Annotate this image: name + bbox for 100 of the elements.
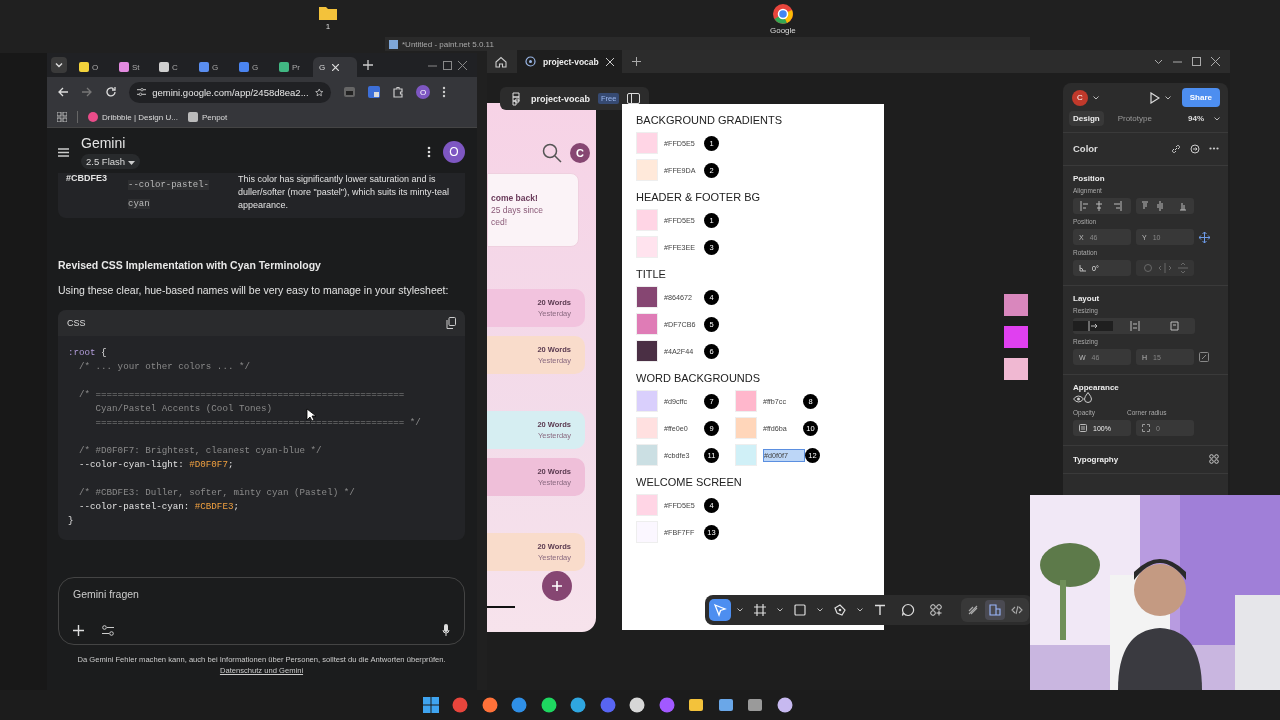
search-icon[interactable]	[542, 143, 562, 163]
maximize-icon[interactable]	[443, 60, 452, 70]
close-icon[interactable]	[605, 57, 614, 66]
code-line: Cyan/Pastel Accents (Cool Tones)	[94, 402, 272, 416]
add-button[interactable]	[542, 571, 572, 601]
menu-icon[interactable]	[442, 86, 446, 98]
new-tab-icon[interactable]	[363, 60, 373, 70]
vertical-align-buttons[interactable]	[1136, 198, 1194, 214]
extension-icon[interactable]	[343, 86, 356, 98]
section-heading: Revised CSS Implementation with Cyan Terminology	[58, 259, 322, 271]
prompt-input[interactable]: Gemini fragen	[73, 588, 450, 600]
opacity-icon	[1079, 424, 1087, 432]
browser-tab[interactable]: G	[313, 57, 357, 77]
play-icon[interactable]	[1149, 91, 1160, 104]
section-title: WORD BACKGROUNDS	[636, 372, 762, 384]
app-icon[interactable]	[570, 697, 586, 713]
forward-icon[interactable]	[81, 86, 93, 98]
reload-icon[interactable]	[105, 86, 117, 98]
panel-tab[interactable]: Prototype	[1113, 111, 1156, 126]
section-title: Layout	[1073, 294, 1101, 303]
app-logo-icon[interactable]	[509, 91, 523, 106]
address-bar[interactable]: gemini.google.com/app/2458d8ea2...	[129, 81, 331, 103]
file-name[interactable]: project-vocab	[531, 93, 590, 104]
code-line: /* #CBDFE3: Duller, softer, minty cyan (Pastel) */	[78, 486, 355, 500]
caret-icon[interactable]	[1214, 116, 1220, 121]
file-tab[interactable]: project-vocab	[517, 50, 622, 73]
chevron-icon[interactable]	[1154, 58, 1163, 65]
code-line: --color-pastel-cyan: #CBDFE3;	[78, 500, 239, 514]
site-settings-icon[interactable]	[137, 87, 147, 97]
close-icon[interactable]	[1211, 57, 1220, 66]
tab-search-icon[interactable]	[51, 57, 67, 73]
caret-icon[interactable]	[1164, 95, 1171, 100]
model-selector[interactable]: 2.5 Flash	[81, 154, 140, 169]
back-icon[interactable]	[57, 86, 69, 98]
app-icon[interactable]	[481, 697, 498, 713]
section-title: Appearance	[1073, 383, 1119, 392]
app-icon[interactable]	[776, 697, 793, 713]
drop-icon[interactable]	[1084, 392, 1092, 403]
puzzle-icon[interactable]	[392, 86, 404, 98]
code-line: }	[68, 514, 74, 528]
panel-tab[interactable]: Design	[1069, 111, 1104, 126]
app-icon[interactable]	[540, 697, 557, 713]
tools-icon[interactable]	[102, 624, 114, 636]
add-icon[interactable]	[73, 624, 84, 636]
start-icon[interactable]	[422, 697, 439, 713]
browser-tab[interactable]: O	[73, 57, 107, 77]
constraints-icon[interactable]	[1199, 231, 1210, 243]
menu-icon[interactable]	[58, 147, 69, 157]
caret-icon[interactable]	[817, 608, 823, 612]
extension-icon[interactable]	[368, 86, 380, 98]
apps-icon[interactable]	[57, 112, 67, 122]
folder-icon[interactable]	[318, 5, 338, 21]
app-title: Gemini	[81, 135, 127, 151]
profile-avatar[interactable]: O	[443, 141, 465, 163]
section-title: Position	[1073, 174, 1106, 183]
eye-icon[interactable]	[1073, 395, 1084, 403]
browser-tab[interactable]: Pr	[273, 57, 307, 77]
bookmark-star-icon[interactable]	[314, 86, 323, 98]
resizing-buttons[interactable]	[1073, 318, 1195, 334]
bookmark[interactable]: Penpot	[187, 112, 228, 122]
browser-tab[interactable]: G	[193, 57, 227, 77]
code-language: CSS	[67, 318, 86, 328]
bookmark[interactable]: Dribbble | Design U...	[88, 112, 178, 122]
app-icon[interactable]	[629, 697, 645, 713]
caret-icon[interactable]	[737, 608, 743, 612]
section-title: HEADER & FOOTER BG	[636, 191, 762, 203]
code-line: /* ========================================================	[78, 388, 405, 402]
close-icon[interactable]	[458, 60, 467, 70]
microphone-icon[interactable]	[442, 624, 450, 636]
profile-avatar[interactable]: C	[570, 143, 590, 163]
browser-tab[interactable]: C	[153, 57, 187, 77]
caret-icon[interactable]	[1093, 95, 1099, 100]
resize-icon[interactable]	[1199, 352, 1209, 362]
code-line: --color-cyan-light: #D0F0F7;	[78, 458, 234, 472]
browser-tab[interactable]: St	[113, 57, 147, 77]
component-icon[interactable]	[1190, 143, 1200, 154]
app-icon[interactable]	[688, 697, 704, 713]
more-icon[interactable]	[1209, 147, 1219, 150]
app-icon[interactable]	[511, 697, 527, 713]
link-icon[interactable]	[1171, 143, 1181, 154]
maximize-icon[interactable]	[1192, 57, 1201, 66]
browser-tab[interactable]: G	[233, 57, 267, 77]
home-icon[interactable]	[495, 55, 507, 68]
caret-icon[interactable]	[777, 608, 783, 612]
browser-icon[interactable]	[771, 3, 794, 25]
copy-icon[interactable]	[446, 317, 456, 329]
window-title: *Untitled - paint.net 5.0.11	[402, 39, 494, 49]
profile-avatar[interactable]: C	[1072, 89, 1088, 106]
horizontal-align-buttons[interactable]	[1073, 198, 1131, 214]
code-line: /* ... your other colors ... */	[78, 360, 250, 374]
app-icon[interactable]	[717, 697, 734, 713]
profile-avatar[interactable]: O	[416, 85, 430, 99]
caret-icon[interactable]	[857, 608, 863, 612]
more-icon[interactable]	[427, 146, 431, 158]
app-icon[interactable]	[747, 697, 763, 713]
caret-icon[interactable]	[127, 161, 135, 165]
styles-icon[interactable]	[1209, 454, 1219, 464]
sidebar-toggle-icon[interactable]	[627, 93, 641, 104]
new-tab-icon[interactable]	[631, 57, 641, 66]
zoom-level[interactable]: 94%	[1188, 114, 1204, 123]
